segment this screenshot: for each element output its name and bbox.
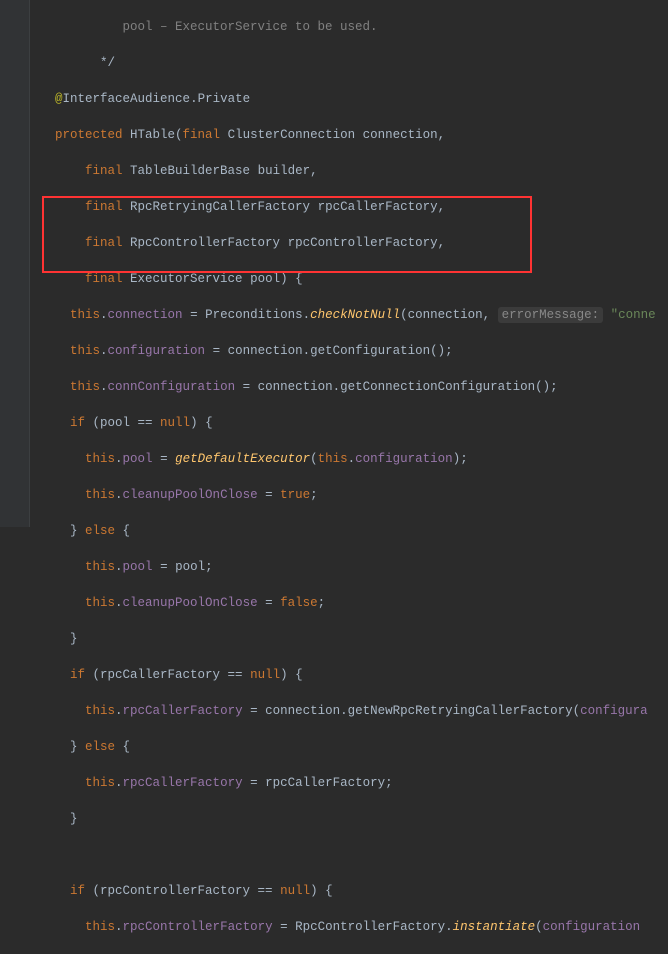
code-line: this.configuration = connection.getConfi… — [40, 342, 656, 360]
code-line: this.rpcControllerFactory = RpcControlle… — [40, 918, 656, 936]
code-line: this.rpcCallerFactory = connection.getNe… — [40, 702, 656, 720]
code-line: final ExecutorService pool) { — [40, 270, 656, 288]
code-line: this.pool = getDefaultExecutor(this.conf… — [40, 450, 656, 468]
code-line — [40, 846, 656, 864]
code-line: if (rpcCallerFactory == null) { — [40, 666, 656, 684]
code-line: final RpcControllerFactory rpcController… — [40, 234, 656, 252]
code-line: final RpcRetryingCallerFactory rpcCaller… — [40, 198, 656, 216]
code-line: if (pool == null) { — [40, 414, 656, 432]
code-line: this.connection = Preconditions.checkNot… — [40, 306, 656, 324]
code-line: } — [40, 630, 656, 648]
code-line: this.cleanupPoolOnClose = false; — [40, 594, 656, 612]
code-line: } — [40, 810, 656, 828]
code-line: this.connConfiguration = connection.getC… — [40, 378, 656, 396]
code-line: } else { — [40, 522, 656, 540]
code-line: @InterfaceAudience.Private — [40, 90, 656, 108]
editor-gutter[interactable] — [0, 0, 30, 527]
code-line: */ — [40, 54, 656, 72]
param-hint: errorMessage: — [498, 307, 604, 323]
code-line: this.cleanupPoolOnClose = true; — [40, 486, 656, 504]
code-line: protected HTable(final ClusterConnection… — [40, 126, 656, 144]
code-line: pool – ExecutorService to be used. — [40, 18, 656, 36]
code-line: this.rpcCallerFactory = rpcCallerFactory… — [40, 774, 656, 792]
code-line: this.pool = pool; — [40, 558, 656, 576]
code-line: if (rpcControllerFactory == null) { — [40, 882, 656, 900]
code-editor[interactable]: pool – ExecutorService to be used. */ @I… — [30, 0, 656, 954]
code-line: final TableBuilderBase builder, — [40, 162, 656, 180]
code-line: } else { — [40, 738, 656, 756]
